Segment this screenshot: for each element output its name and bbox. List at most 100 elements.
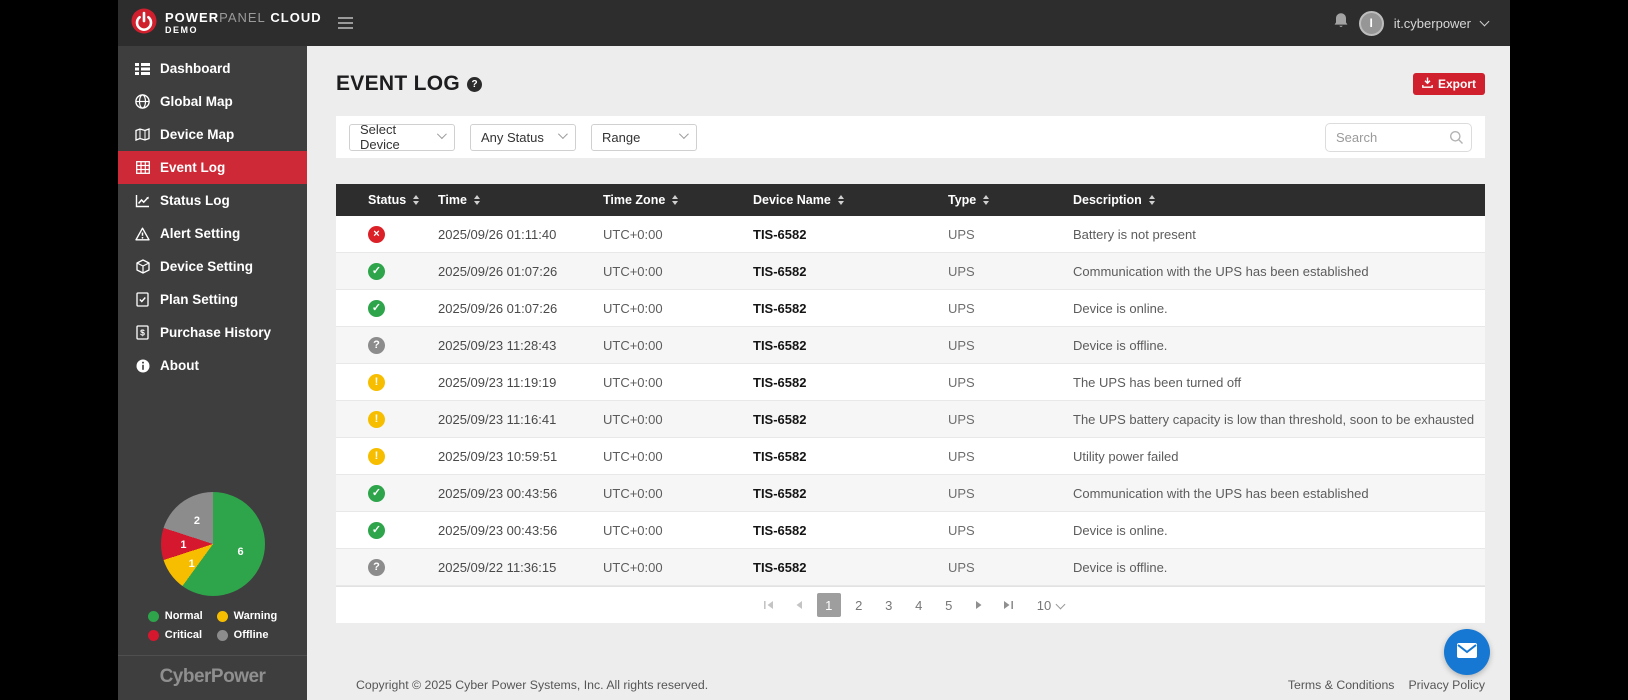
legend-critical: Critical [147,629,203,641]
sidebar-item-status-log[interactable]: Status Log [118,184,307,217]
column-header-type[interactable]: Type [934,193,1059,207]
status-offline-icon: ? [368,558,385,576]
sort-icon[interactable] [983,195,990,205]
sort-icon[interactable] [837,195,844,205]
sidebar-item-global-map[interactable]: Global Map [118,85,307,118]
column-header-timezone[interactable]: Time Zone [589,193,739,207]
brand-name: POWERPANEL CLOUD [165,10,322,25]
pagination-first-button[interactable] [757,593,781,617]
export-button[interactable]: Export [1412,73,1485,95]
status-error-icon: × [368,225,385,243]
table-row: ✓ 2025/09/23 00:43:56 UTC+0:00 TIS-6582 … [336,512,1485,549]
sidebar-item-event-log[interactable]: Event Log [118,151,307,184]
pagination-prev-button[interactable] [787,593,811,617]
user-avatar[interactable]: I [1358,10,1384,36]
status-filter-select[interactable]: Any Status [470,123,576,151]
search-icon [1449,130,1464,150]
column-header-time[interactable]: Time [424,193,589,207]
pagination-page-4[interactable]: 4 [907,593,931,617]
privacy-link[interactable]: Privacy Policy [1408,678,1485,692]
sidebar-item-purchase-history[interactable]: $ Purchase History [118,316,307,349]
sidebar-nav: Dashboard Global Map Device Map Event Lo… [118,46,307,700]
table-header-row: Status Time Time Zone Device Name Type D… [336,184,1485,216]
sidebar-item-device-map[interactable]: Device Map [118,118,307,151]
table-row: ✓ 2025/09/23 00:43:56 UTC+0:00 TIS-6582 … [336,475,1485,512]
sort-icon[interactable] [413,195,420,205]
sidebar-item-device-setting[interactable]: Device Setting [118,250,307,283]
pagination-page-3[interactable]: 3 [877,593,901,617]
sidebar-item-alert-setting[interactable]: Alert Setting [118,217,307,250]
device-status-pie-chart: 6 1 1 2 [160,492,265,596]
user-menu-chevron-icon[interactable] [1479,16,1490,26]
page-title: EVENT LOG [336,72,461,95]
invoice-dollar-icon: $ [134,325,151,340]
legend-offline: Offline [216,629,278,641]
chevron-down-icon [557,128,568,139]
globe-icon [134,94,151,109]
filter-bar: Select Device Any Status Range [336,116,1485,158]
table-row: ? 2025/09/22 11:36:15 UTC+0:00 TIS-6582 … [336,549,1485,586]
info-icon [134,359,151,373]
menu-toggle-button[interactable] [338,17,353,29]
svg-text:$: $ [140,328,145,338]
table-row: ✓ 2025/09/26 01:07:26 UTC+0:00 TIS-6582 … [336,253,1485,290]
device-filter-select[interactable]: Select Device [349,122,455,152]
column-header-device-name[interactable]: Device Name [739,193,934,207]
table-row: ✓ 2025/09/26 01:07:26 UTC+0:00 TIS-6582 … [336,290,1485,327]
copyright-text: Copyright © 2025 Cyber Power Systems, In… [356,678,709,692]
pagination-page-1[interactable]: 1 [816,593,841,617]
username-label: it.cyberpower [1393,15,1471,31]
pie-legend: Normal Warning Critical Offline [147,610,278,641]
app-window: POWERPANEL CLOUD DEMO I it.cyberpower Da… [118,0,1510,700]
table-grid-icon [134,161,151,174]
brand-logo: POWERPANEL CLOUD DEMO [118,8,321,39]
chevron-down-icon [678,128,689,139]
legend-dot-critical [147,629,159,641]
status-warning-icon: ! [368,410,385,428]
table-row: ! 2025/09/23 11:19:19 UTC+0:00 TIS-6582 … [336,364,1485,401]
device-status-summary: 6 1 1 2 Normal Warning Critical Offline [118,492,307,641]
top-header-bar: POWERPANEL CLOUD DEMO I it.cyberpower [118,0,1510,46]
main-content: EVENT LOG ? Export Select Device Any Sta… [307,46,1510,700]
status-ok-icon: ✓ [368,299,385,317]
status-warning-icon: ! [368,447,385,465]
pagination-next-button[interactable] [967,593,991,617]
chevron-down-icon [1055,599,1066,609]
legend-normal: Normal [147,610,203,622]
page-size-select[interactable]: 10 [1037,598,1066,613]
pie-value-normal: 6 [237,546,244,559]
status-warning-icon: ! [368,373,385,391]
sort-icon[interactable] [672,195,679,205]
column-header-description[interactable]: Description [1059,193,1485,207]
status-ok-icon: ✓ [368,521,385,539]
column-header-status[interactable]: Status [336,193,424,207]
download-icon [1422,77,1433,91]
document-check-icon [134,292,151,307]
terms-link[interactable]: Terms & Conditions [1288,678,1395,692]
range-filter-select[interactable]: Range [591,123,697,151]
table-row: ! 2025/09/23 11:16:41 UTC+0:00 TIS-6582 … [336,401,1485,438]
chevron-down-icon [437,128,447,139]
legend-warning: Warning [216,610,277,622]
sort-icon[interactable] [1148,195,1155,205]
table-row: × 2025/09/26 01:11:40 UTC+0:00 TIS-6582 … [336,216,1485,253]
status-offline-icon: ? [368,336,385,354]
sidebar-item-about[interactable]: About [118,349,307,382]
pie-value-warning: 1 [188,557,195,570]
map-icon [134,128,151,141]
notifications-bell-icon[interactable] [1333,12,1349,34]
sidebar-item-dashboard[interactable]: Dashboard [118,52,307,85]
brand-demo-label: DEMO [165,25,198,35]
legend-dot-warning [216,610,228,622]
pagination-page-2[interactable]: 2 [847,593,871,617]
status-ok-icon: ✓ [368,262,385,280]
pagination-page-5[interactable]: 5 [937,593,961,617]
cyberpower-logo: CyberPower [159,666,266,687]
contact-email-fab[interactable] [1444,629,1490,675]
powerpanel-logo-icon [131,8,157,39]
pagination-last-button[interactable] [997,593,1021,617]
help-icon[interactable]: ? [467,76,483,92]
sort-icon[interactable] [473,195,480,205]
sidebar-divider [118,655,307,656]
sidebar-item-plan-setting[interactable]: Plan Setting [118,283,307,316]
